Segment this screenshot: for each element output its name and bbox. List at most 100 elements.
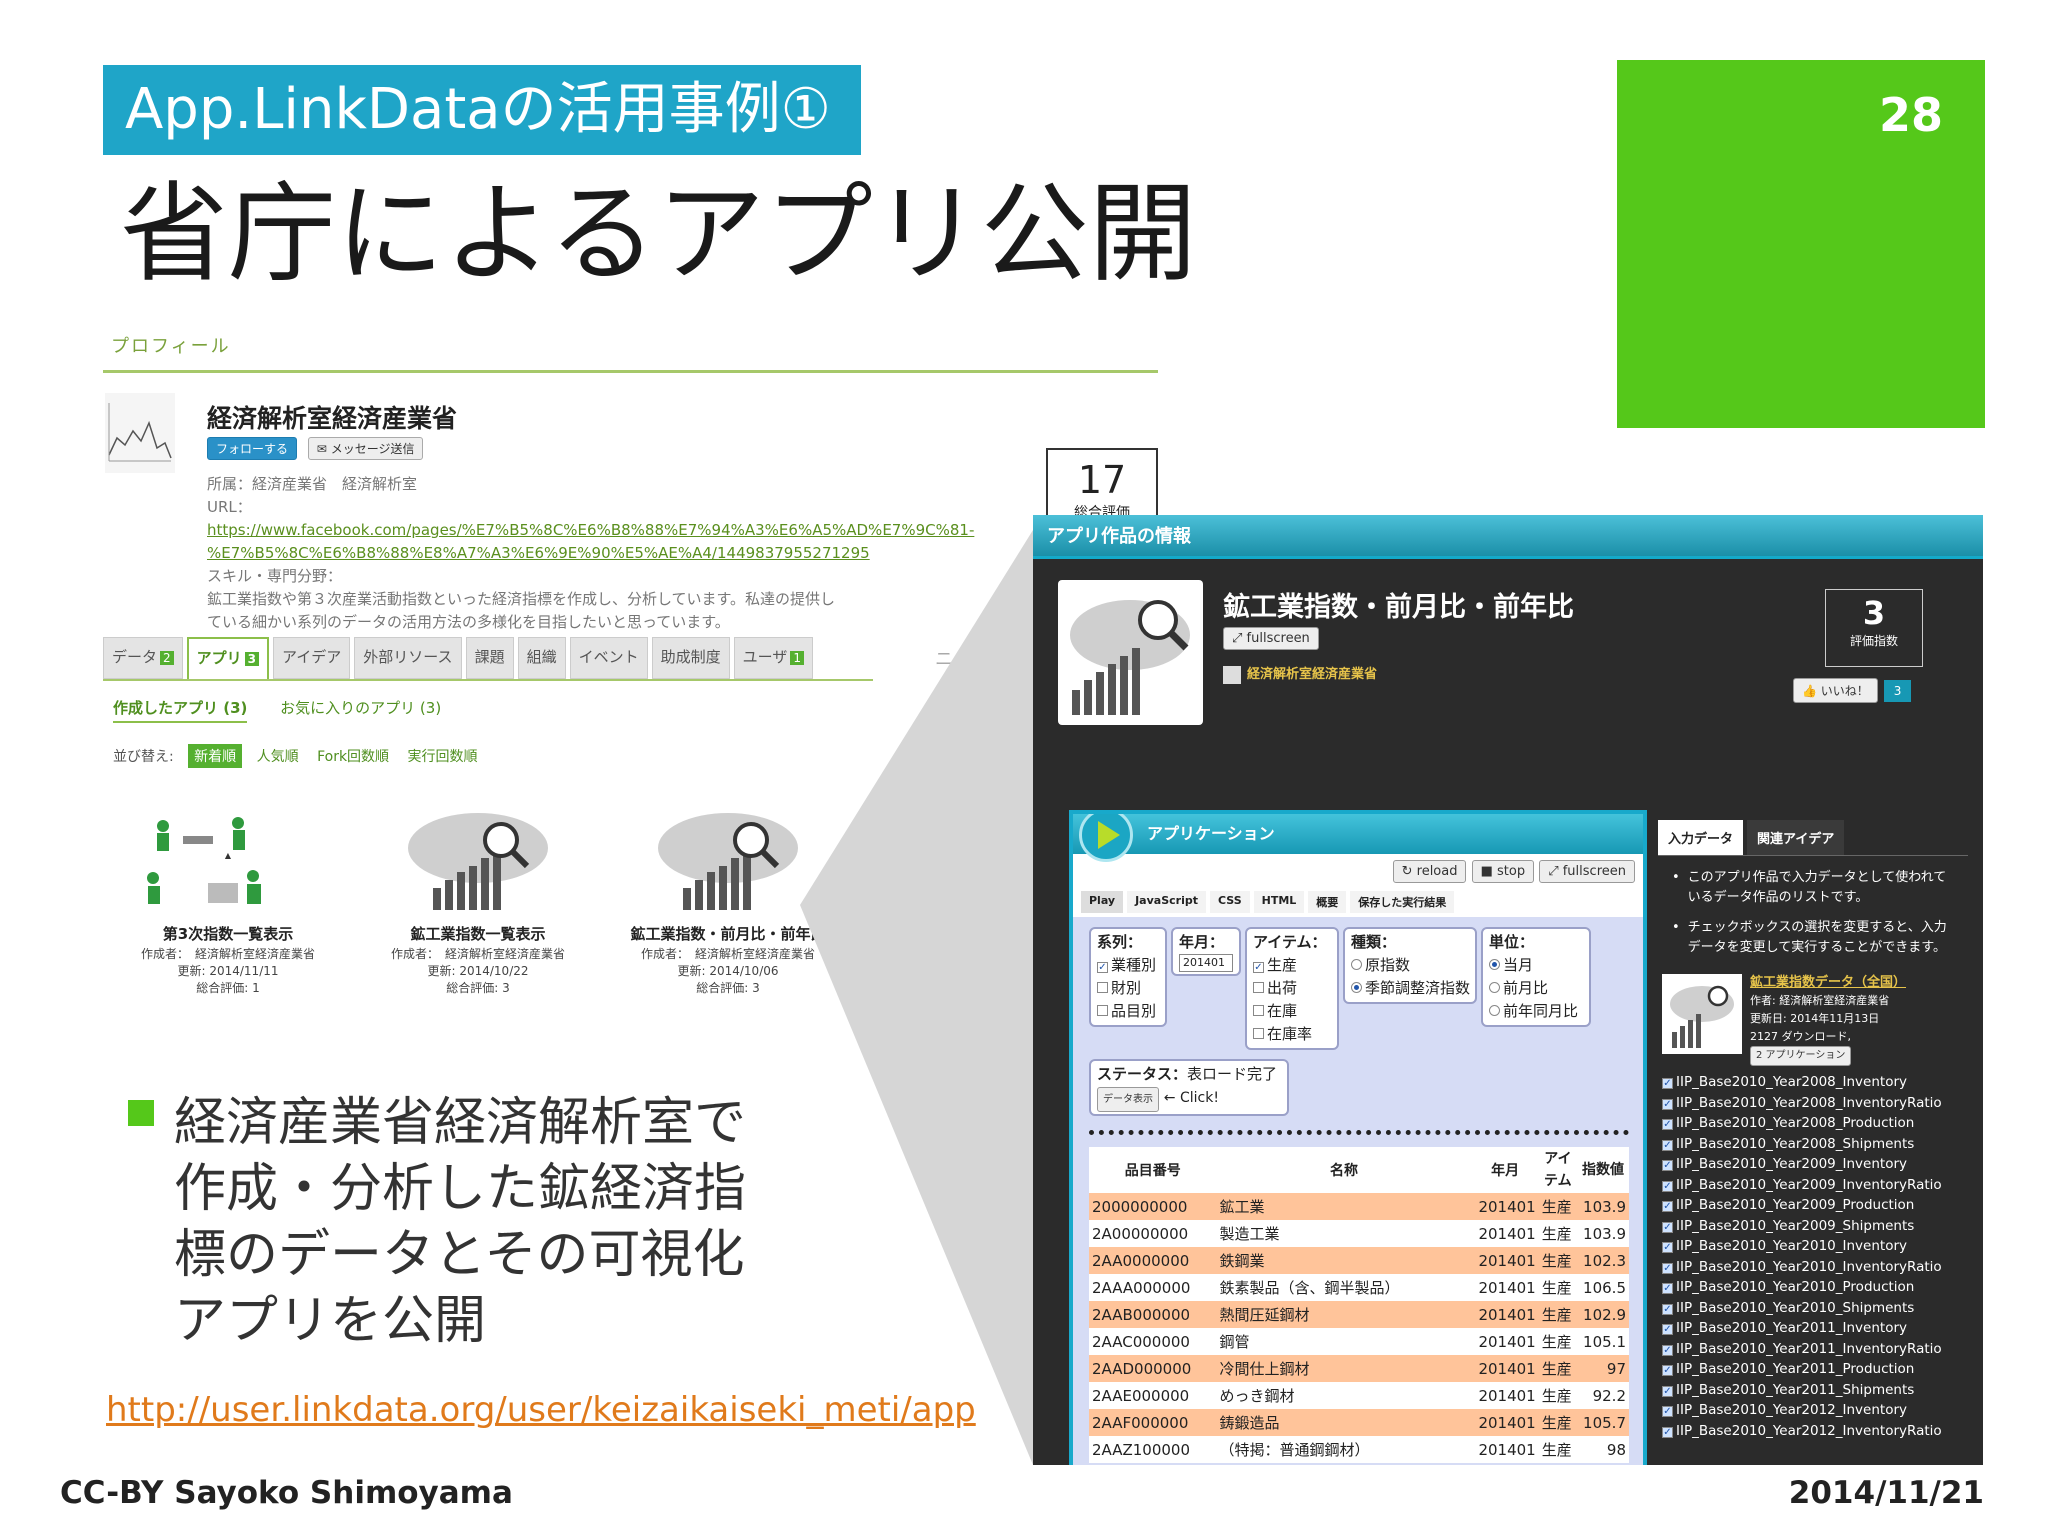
dataset-file-item[interactable]: ✓ IIP_Base2010_Year2011_Shipments bbox=[1662, 1380, 1968, 1401]
app-author-link[interactable]: 経済解析室経済産業省 bbox=[1247, 667, 1377, 682]
checkbox-checked[interactable]: ✓ bbox=[1662, 1221, 1673, 1233]
unit-option[interactable]: 前月比 bbox=[1489, 977, 1583, 1000]
tab-html[interactable]: HTML bbox=[1253, 891, 1305, 913]
kind-option[interactable]: 季節調整済指数 bbox=[1351, 977, 1470, 1000]
dataset-file-item[interactable]: ✓ IIP_Base2010_Year2009_Production bbox=[1662, 1195, 1968, 1216]
dataset-apps-button[interactable]: 2 アプリケーション bbox=[1750, 1046, 1852, 1066]
tab-data[interactable]: データ 2 bbox=[103, 637, 183, 679]
checkbox-checked[interactable]: ✓ bbox=[1662, 1344, 1673, 1356]
dataset-file-item[interactable]: ✓ IIP_Base2010_Year2012_Inventory bbox=[1662, 1400, 1968, 1421]
dataset-file-item[interactable]: ✓ IIP_Base2010_Year2011_Inventory bbox=[1662, 1318, 1968, 1339]
checkbox-checked[interactable]: ✓ bbox=[1662, 1139, 1673, 1151]
checkbox-checked[interactable]: ✓ bbox=[1662, 1324, 1673, 1335]
sort-newest[interactable]: 新着順 bbox=[188, 744, 243, 768]
checkbox-checked[interactable]: ✓ bbox=[1662, 1201, 1673, 1212]
tab-issues[interactable]: 課題 bbox=[465, 637, 514, 679]
checkbox-checked[interactable]: ✓ bbox=[1662, 1385, 1673, 1397]
dataset-file-item[interactable]: ✓ IIP_Base2010_Year2010_Production bbox=[1662, 1277, 1968, 1298]
item-option[interactable]: 在庫 bbox=[1253, 1000, 1331, 1023]
radio[interactable] bbox=[1489, 1005, 1500, 1016]
dataset-file-item[interactable]: ✓ IIP_Base2010_Year2011_Production bbox=[1662, 1359, 1968, 1380]
kind-option[interactable]: 原指数 bbox=[1351, 954, 1469, 977]
dataset-file-item[interactable]: ✓ IIP_Base2010_Year2008_Shipments bbox=[1662, 1134, 1968, 1155]
dataset-file-item[interactable]: ✓ IIP_Base2010_Year2010_InventoryRatio bbox=[1662, 1257, 1968, 1278]
app-card[interactable]: 鉱工業指数一覧表示 作成者： 経済解析室経済産業省 更新: 2014/10/22… bbox=[373, 808, 583, 997]
dataset-file-item[interactable]: ✓ IIP_Base2010_Year2008_InventoryRatio bbox=[1662, 1093, 1968, 1114]
dataset-file-item[interactable]: ✓ IIP_Base2010_Year2008_Production bbox=[1662, 1113, 1968, 1134]
item-option[interactable]: 出荷 bbox=[1253, 977, 1331, 1000]
app-fullscreen-button[interactable]: ⤢ fullscreen bbox=[1539, 860, 1635, 883]
checkbox-checked[interactable]: ✓ bbox=[1253, 962, 1264, 973]
yearmonth-input[interactable]: 201401 bbox=[1179, 954, 1233, 972]
source-url-link[interactable]: http://user.linkdata.org/user/keizaikais… bbox=[106, 1390, 976, 1430]
checkbox-checked[interactable]: ✓ bbox=[1662, 1160, 1673, 1171]
tab-organizations[interactable]: 組織 bbox=[517, 637, 566, 679]
tab-grants[interactable]: 助成制度 bbox=[651, 637, 730, 679]
checkbox-checked[interactable]: ✓ bbox=[1662, 1303, 1673, 1315]
app-card-title[interactable]: 鉱工業指数一覧表示 bbox=[373, 926, 583, 943]
app-card[interactable]: ▲ 第3次指数一覧表示 作成者： 経済解析室経済産業省 更新: 2014/11/… bbox=[123, 808, 333, 997]
play-icon[interactable] bbox=[1079, 814, 1133, 862]
series-option[interactable]: 財別 bbox=[1097, 977, 1159, 1000]
series-option[interactable]: 品目別 bbox=[1097, 1000, 1159, 1023]
unit-option[interactable]: 前年同月比 bbox=[1489, 1000, 1583, 1023]
checkbox-checked[interactable]: ✓ bbox=[1662, 1283, 1673, 1294]
checkbox-checked[interactable]: ✓ bbox=[1662, 1119, 1673, 1130]
item-option[interactable]: 在庫率 bbox=[1253, 1023, 1331, 1046]
tab-overview[interactable]: 概要 bbox=[1308, 891, 1347, 913]
tab-saved-results[interactable]: 保存した実行結果 bbox=[1350, 891, 1455, 913]
tab-related-ideas[interactable]: 関連アイデア bbox=[1747, 820, 1845, 855]
message-button[interactable]: ✉ メッセージ送信 bbox=[307, 437, 424, 460]
checkbox-checked[interactable]: ✓ bbox=[1662, 1180, 1673, 1192]
checkbox-checked[interactable]: ✓ bbox=[1662, 1098, 1673, 1110]
checkbox[interactable] bbox=[1253, 1028, 1264, 1039]
checkbox-checked[interactable]: ✓ bbox=[1662, 1078, 1673, 1089]
checkbox[interactable] bbox=[1097, 1005, 1108, 1016]
tab-external-resources[interactable]: 外部リソース bbox=[354, 637, 462, 679]
checkbox-checked[interactable]: ✓ bbox=[1662, 1262, 1673, 1274]
checkbox-checked[interactable]: ✓ bbox=[1662, 1365, 1673, 1376]
stop-button[interactable]: ■ stop bbox=[1471, 860, 1535, 883]
tab-events[interactable]: イベント bbox=[569, 637, 648, 679]
reload-button[interactable]: ↻ reload bbox=[1392, 860, 1467, 883]
dataset-file-item[interactable]: ✓ IIP_Base2010_Year2008_Inventory bbox=[1662, 1072, 1968, 1093]
like-button[interactable]: 👍 いいね！ bbox=[1793, 678, 1878, 703]
checkbox[interactable] bbox=[1253, 1005, 1264, 1016]
dataset-file-item[interactable]: ✓ IIP_Base2010_Year2012_InventoryRatio bbox=[1662, 1421, 1968, 1442]
series-option[interactable]: ✓ 業種別 bbox=[1097, 954, 1159, 977]
tab-input-data[interactable]: 入力データ bbox=[1658, 820, 1744, 855]
dataset-file-item[interactable]: ✓ IIP_Base2010_Year2009_Shipments bbox=[1662, 1216, 1968, 1237]
dataset-file-item[interactable]: ✓ IIP_Base2010_Year2011_InventoryRatio bbox=[1662, 1339, 1968, 1360]
show-data-button[interactable]: データ表示 bbox=[1097, 1087, 1159, 1112]
tab-ideas[interactable]: アイデア bbox=[273, 637, 351, 679]
checkbox-checked[interactable]: ✓ bbox=[1097, 962, 1108, 973]
subtab-favorite-apps[interactable]: お気に入りのアプリ (3) bbox=[280, 699, 441, 717]
radio-selected[interactable] bbox=[1489, 959, 1500, 970]
tab-play[interactable]: Play bbox=[1081, 891, 1124, 913]
sort-fork-count[interactable]: Fork回数順 bbox=[317, 749, 389, 765]
app-card-title[interactable]: 第3次指数一覧表示 bbox=[123, 926, 333, 943]
tab-javascript[interactable]: JavaScript bbox=[1127, 891, 1206, 913]
radio[interactable] bbox=[1351, 959, 1362, 970]
checkbox[interactable] bbox=[1097, 982, 1108, 993]
tab-css[interactable]: CSS bbox=[1209, 891, 1250, 913]
checkbox[interactable] bbox=[1253, 982, 1264, 993]
dataset-file-item[interactable]: ✓ IIP_Base2010_Year2009_InventoryRatio bbox=[1662, 1175, 1968, 1196]
radio-selected[interactable] bbox=[1351, 982, 1362, 993]
sort-popular[interactable]: 人気順 bbox=[257, 749, 299, 765]
sort-run-count[interactable]: 実行回数順 bbox=[408, 749, 478, 765]
dataset-file-item[interactable]: ✓ IIP_Base2010_Year2009_Inventory bbox=[1662, 1154, 1968, 1175]
subtab-created-apps[interactable]: 作成したアプリ (3) bbox=[113, 699, 248, 723]
fullscreen-button[interactable]: ⤢ fullscreen bbox=[1223, 627, 1319, 650]
dataset-file-item[interactable]: ✓ IIP_Base2010_Year2010_Inventory bbox=[1662, 1236, 1968, 1257]
item-option[interactable]: ✓ 生産 bbox=[1253, 954, 1331, 977]
tab-apps[interactable]: アプリ 3 bbox=[186, 637, 270, 679]
unit-option[interactable]: 当月 bbox=[1489, 954, 1583, 977]
checkbox-checked[interactable]: ✓ bbox=[1662, 1406, 1673, 1417]
checkbox-checked[interactable]: ✓ bbox=[1662, 1426, 1673, 1438]
dataset-file-item[interactable]: ✓ IIP_Base2010_Year2010_Shipments bbox=[1662, 1298, 1968, 1319]
radio[interactable] bbox=[1489, 982, 1500, 993]
checkbox-checked[interactable]: ✓ bbox=[1662, 1242, 1673, 1253]
dataset-title-link[interactable]: 鉱工業指数データ（全国） bbox=[1750, 974, 1906, 992]
follow-button[interactable]: フォローする bbox=[207, 437, 298, 460]
